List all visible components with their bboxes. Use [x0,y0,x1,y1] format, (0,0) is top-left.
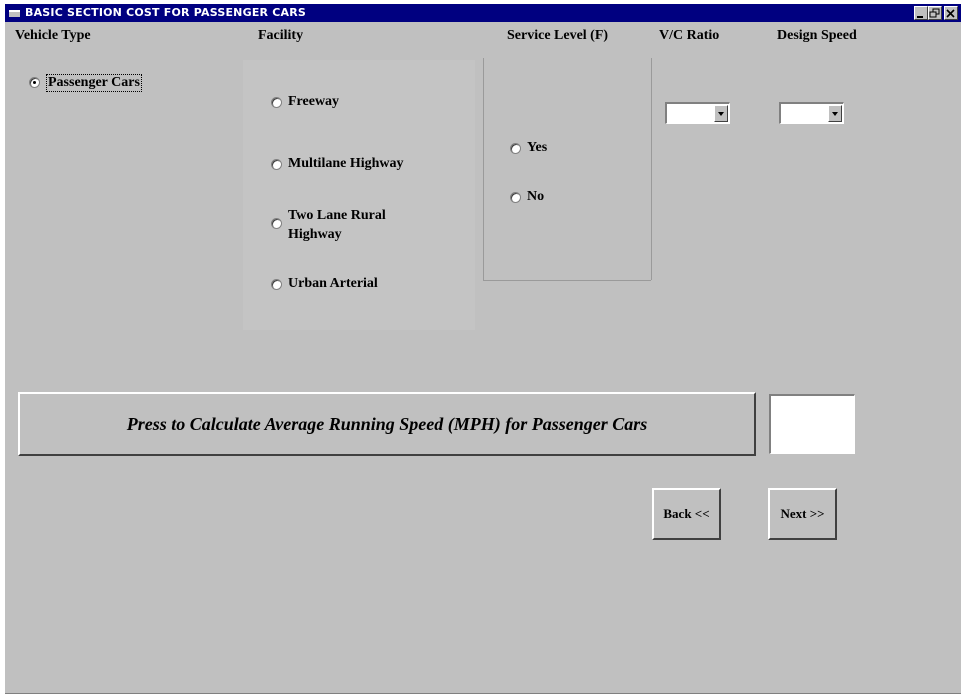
facility-two-lane-line1: Two Lane Rural [288,208,386,223]
average-speed-result-field[interactable] [769,394,855,454]
title-bar: BASIC SECTION COST FOR PASSENGER CARS [5,4,961,22]
service-level-yes-radio[interactable] [510,143,521,154]
service-level-no-label: No [527,189,545,204]
facility-freeway-radio[interactable] [271,97,282,108]
facility-urban-label: Urban Arterial [288,276,378,291]
vehicle-passenger-cars-radio[interactable] [29,77,40,88]
facility-label: Facility [258,28,304,43]
design-speed-dropdown-arrow-icon[interactable] [828,105,842,122]
design-speed-select[interactable] [779,102,844,124]
app-icon [9,10,20,17]
vc-ratio-dropdown-arrow-icon[interactable] [714,105,728,122]
minimize-icon [917,16,923,18]
facility-multilane-label: Multilane Highway [288,156,404,171]
facility-two-lane-line2: Highway [288,227,342,242]
vc-ratio-label: V/C Ratio [659,28,720,43]
facility-freeway-option[interactable]: Freeway [271,94,339,110]
facility-multilane-option[interactable]: Multilane Highway [271,156,404,172]
service-level-frame-right [651,58,652,280]
facility-freeway-label: Freeway [288,94,340,109]
service-level-label: Service Level (F) [507,28,609,43]
service-level-yes-option[interactable]: Yes [510,140,547,156]
next-button[interactable]: Next >> [768,488,837,540]
service-level-no-option[interactable]: No [510,189,544,205]
restore-icon [929,8,940,18]
window-title: BASIC SECTION COST FOR PASSENGER CARS [25,6,307,19]
facility-urban-option[interactable]: Urban Arterial [271,276,378,292]
service-level-frame-bottom [483,280,651,281]
minimize-button[interactable] [914,6,928,20]
back-button[interactable]: Back << [652,488,721,540]
service-level-yes-label: Yes [527,140,548,155]
facility-two-lane-radio[interactable] [271,218,282,229]
vehicle-type-label: Vehicle Type [15,28,91,43]
facility-two-lane-option[interactable]: Two Lane Rural Highway [271,206,386,244]
form-body: Vehicle Type Facility Service Level (F) … [5,22,961,694]
close-button[interactable] [944,6,958,20]
maximize-button[interactable] [928,6,942,20]
vc-ratio-select[interactable] [665,102,730,124]
close-icon [946,9,955,18]
app-window: BASIC SECTION COST FOR PASSENGER CARS Ve… [5,4,961,694]
design-speed-label: Design Speed [777,28,857,43]
vehicle-passenger-cars-label: Passenger Cars [46,74,142,92]
service-level-frame-left [483,58,484,280]
calculate-speed-button[interactable]: Press to Calculate Average Running Speed… [18,392,756,456]
facility-two-lane-label: Two Lane Rural Highway [288,206,386,244]
facility-multilane-radio[interactable] [271,159,282,170]
service-level-no-radio[interactable] [510,192,521,203]
facility-urban-radio[interactable] [271,279,282,290]
vehicle-passenger-cars-option[interactable]: Passenger Cars [29,74,142,92]
